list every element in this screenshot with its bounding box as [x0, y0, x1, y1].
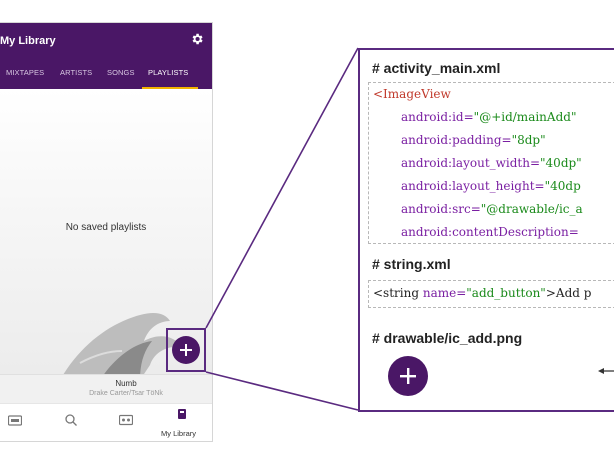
app-title: My Library — [0, 35, 56, 47]
gear-icon[interactable] — [190, 32, 204, 46]
app-bar: My Library — [0, 23, 212, 63]
now-playing-bar[interactable]: Numb Drake Carter/Tsar TöNk — [0, 374, 212, 403]
tab-mixtapes[interactable]: MIXTAPES — [6, 68, 44, 77]
string-xml-heading: # string.xml — [372, 256, 451, 272]
drawable-heading: # drawable/ic_add.png — [372, 330, 523, 346]
phone-screenshot: My Library MIXTAPES ARTISTS SONGS PLAYLI… — [0, 22, 213, 442]
string-code-block: <string name="add_button">Add p — [368, 280, 614, 308]
code-line-width: android:layout_width="40dp" — [401, 156, 582, 170]
code-line-id: android:id="@+id/mainAdd" — [401, 110, 577, 124]
tab-bar: MIXTAPES ARTISTS SONGS PLAYLISTS — [0, 63, 212, 89]
code-string-line: <string name="add_button">Add p — [373, 286, 592, 300]
code-line-content-description: android:contentDescription= — [401, 225, 579, 239]
cassette-icon[interactable] — [119, 414, 133, 426]
activity-main-heading: # activity_main.xml — [372, 60, 501, 76]
now-playing-artist: Drake Carter/Tsar TöNk — [89, 390, 163, 397]
now-playing-track: Numb — [115, 379, 137, 388]
nav-my-library-label[interactable]: My Library — [161, 429, 196, 438]
search-icon[interactable] — [64, 414, 78, 426]
plus-icon — [400, 368, 416, 384]
ic-add-preview — [388, 356, 428, 396]
code-line-src: android:src="@drawable/ic_a — [401, 202, 583, 216]
code-line-padding: android:padding="8dp" — [401, 133, 546, 147]
add-playlist-button[interactable] — [172, 336, 200, 364]
tab-songs[interactable]: SONGS — [107, 68, 135, 77]
arrow-left-icon — [598, 368, 614, 374]
bottom-navigation: My Library — [0, 403, 212, 441]
radio-icon[interactable] — [8, 414, 22, 426]
tab-artists[interactable]: ARTISTS — [60, 68, 92, 77]
tab-playlists[interactable]: PLAYLISTS — [148, 68, 188, 77]
activity-code-block: <ImageView android:id="@+id/mainAdd" and… — [368, 82, 614, 244]
code-panel: # activity_main.xml <ImageView android:i… — [358, 48, 614, 412]
empty-state-message: No saved playlists — [65, 222, 147, 233]
library-icon[interactable] — [175, 408, 189, 420]
plus-icon — [180, 344, 192, 356]
code-imageview-tag: <ImageView — [373, 87, 451, 101]
code-line-height: android:layout_height="40dp — [401, 179, 581, 193]
